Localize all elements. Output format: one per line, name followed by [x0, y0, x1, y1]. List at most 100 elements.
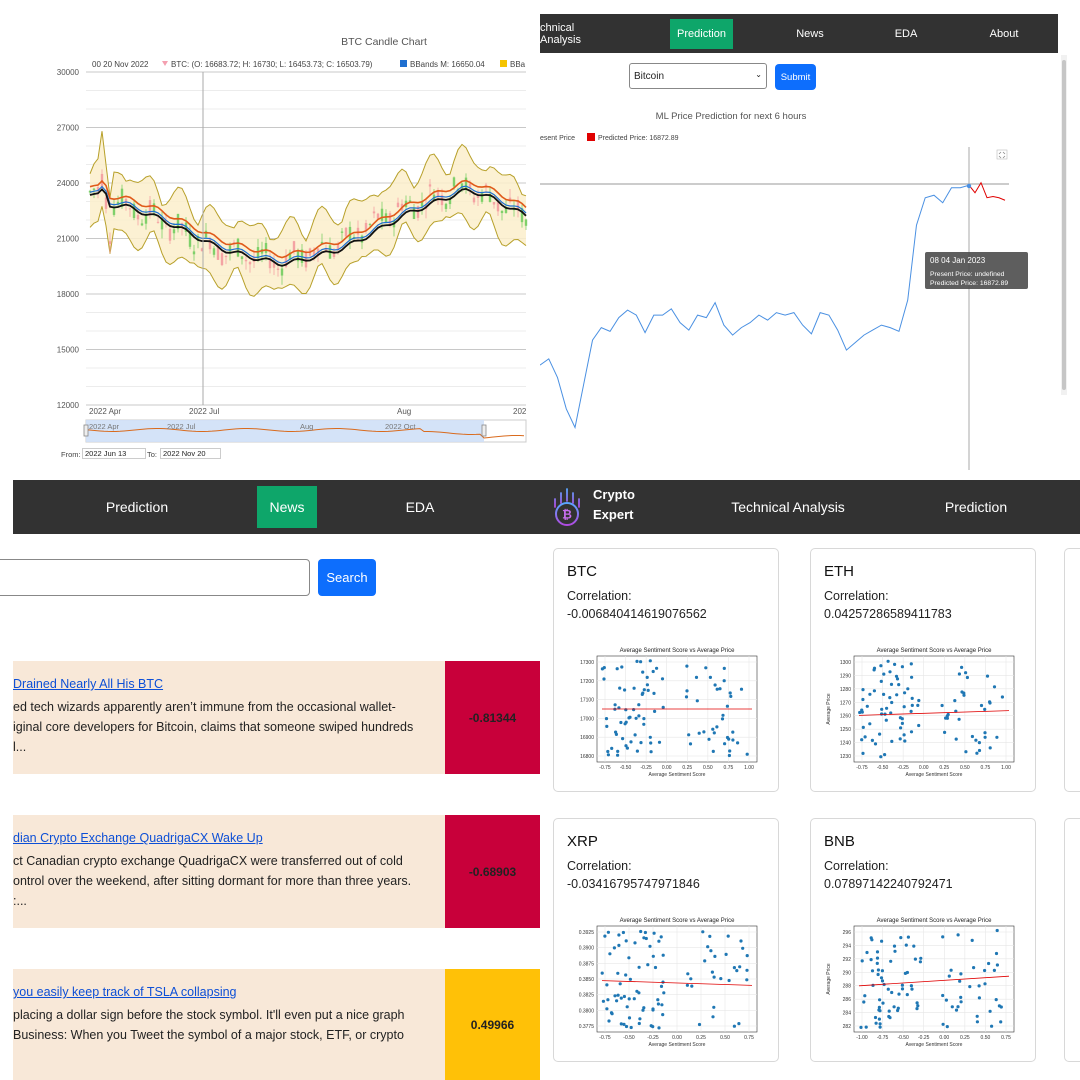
from-date-input[interactable]: 2022 Jun 13: [82, 448, 146, 459]
scatter-point: [861, 751, 865, 755]
eda-panel: ₿ Crypto Expert Technical Analysis Predi…: [540, 470, 1080, 1080]
scatter-point: [602, 677, 606, 681]
scatter-point: [954, 737, 958, 741]
navigator-handle-left[interactable]: [83, 424, 89, 437]
search-button[interactable]: Search: [318, 559, 376, 596]
scatter-point: [633, 733, 637, 737]
scatter-point: [660, 677, 665, 681]
scatter-point: [983, 735, 987, 739]
scatter-point: [909, 709, 913, 713]
candle-body: [452, 177, 456, 187]
scatter-point: [715, 687, 719, 691]
scatter-point: [995, 963, 999, 967]
navigator-handle-right[interactable]: [481, 424, 487, 437]
scatter-point: [983, 982, 987, 986]
scatter-point: [869, 958, 873, 962]
scatter-point: [735, 969, 739, 973]
scatter-point: [739, 687, 744, 691]
scatter-point: [899, 936, 903, 940]
prediction-chart-title: ML Price Prediction for next 6 hours: [656, 111, 807, 122]
plot-frame: [853, 655, 1015, 763]
scatter-point: [874, 1021, 878, 1025]
news-title-link[interactable]: you easily keep track of TSLA collapsing: [13, 985, 237, 999]
scatter-point: [974, 738, 978, 742]
scatter-point: [701, 930, 705, 934]
scatter-point: [1000, 695, 1004, 699]
scatter-point: [635, 659, 639, 663]
nav-prediction[interactable]: Prediction: [940, 480, 1012, 534]
scatter-point: [653, 709, 657, 713]
candle-body: [396, 202, 400, 208]
search-input[interactable]: [0, 559, 310, 596]
news-title-link[interactable]: Drained Nearly All His BTC: [13, 677, 163, 691]
nav-news[interactable]: News: [257, 486, 317, 528]
scatter-point: [898, 737, 902, 741]
x-tick-label: -0.75: [599, 1035, 611, 1041]
candle-body: [276, 268, 280, 270]
y-tick-label: 1260: [840, 714, 851, 720]
scatter-point: [878, 1009, 882, 1013]
candle-body: [192, 251, 196, 255]
scatter-point: [875, 950, 880, 954]
scatter-point: [903, 971, 907, 975]
scatter-point: [639, 929, 643, 934]
scatter-point: [727, 978, 731, 983]
scatter-point: [890, 739, 894, 743]
y-tick-label: 30000: [57, 68, 80, 77]
scatter-point: [916, 1004, 920, 1008]
scatter-point: [707, 737, 711, 741]
scatter-point: [736, 741, 740, 745]
scatter-point: [690, 984, 694, 988]
scatter-point: [964, 750, 968, 754]
scatter-point: [915, 1007, 919, 1011]
x-tick-label: -0.75: [599, 765, 611, 771]
scatter-point: [724, 952, 728, 956]
correlation-value: -0.03416795747971846: [567, 877, 700, 891]
nav-technical-analysis[interactable]: Technical Analysis: [728, 480, 848, 534]
nav-eda[interactable]: EDA: [393, 480, 447, 534]
crypto-expert-logo-icon[interactable]: ₿: [545, 485, 589, 529]
scatter-point: [656, 998, 660, 1002]
candle-body: [268, 260, 272, 269]
scatter-point: [860, 959, 864, 963]
scatter-point: [608, 952, 612, 956]
scatter-point: [653, 965, 658, 970]
candle-body: [212, 248, 216, 255]
scatter-point: [738, 965, 742, 969]
scatter-point: [648, 659, 652, 663]
y-tick-label: 27000: [57, 124, 80, 133]
candle-body: [388, 213, 392, 226]
y-tick-label: 1230: [840, 754, 851, 760]
candle-body: [124, 198, 128, 204]
scatter-point: [661, 980, 665, 984]
candle-body: [140, 223, 144, 226]
nav-prediction[interactable]: Prediction: [93, 480, 181, 534]
scatter-point: [603, 934, 607, 938]
scatter-point: [660, 1003, 664, 1007]
scatter-point: [870, 738, 874, 742]
scatter-point: [704, 666, 708, 670]
scatter-point: [917, 723, 921, 728]
candle-body: [356, 227, 360, 235]
scatter-point: [872, 689, 876, 693]
scatter-point: [990, 1024, 994, 1028]
expand-icon[interactable]: [996, 149, 1008, 160]
x-tick-label: 2022 Apr: [89, 407, 121, 416]
scatter-point: [685, 664, 689, 668]
scrollbar-thumb[interactable]: [1062, 60, 1066, 390]
scatter-point: [877, 1017, 881, 1021]
scatter-point: [954, 1008, 959, 1012]
news-title-link[interactable]: dian Crypto Exchange QuadrigaCX Wake Up: [13, 831, 263, 845]
sentiment-scatter-plot: Average Sentiment Score vs Average Price…: [826, 648, 1015, 778]
scatter-point: [684, 695, 689, 699]
scatter-point: [888, 696, 892, 700]
scatter-point: [624, 939, 628, 943]
x-tick-label: 0.50: [720, 1035, 730, 1041]
scatter-point: [977, 996, 981, 1000]
scatter-point: [741, 946, 745, 950]
scatter-point: [904, 943, 908, 947]
scatter-point: [629, 740, 633, 744]
candle-body: [384, 213, 388, 223]
to-date-input[interactable]: 2022 Nov 20: [160, 448, 221, 459]
y-tick-label: 17000: [580, 716, 594, 722]
